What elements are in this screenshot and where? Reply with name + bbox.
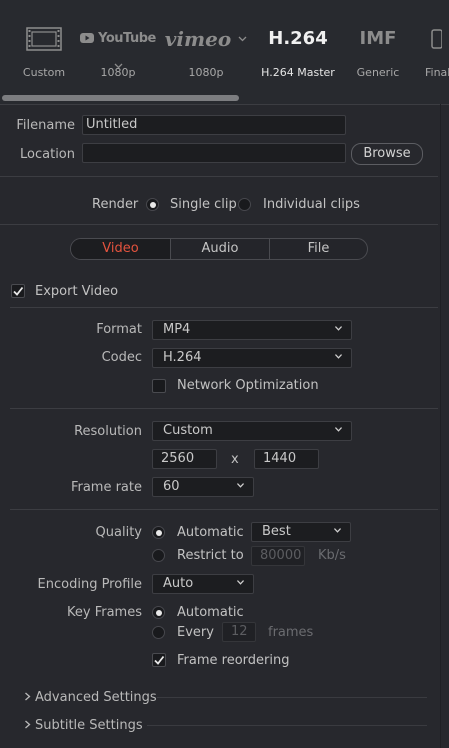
single-clip-label: Single clip — [170, 197, 237, 212]
youtube-logo: YouTube — [74, 24, 162, 69]
quality-restrict-radio[interactable] — [152, 549, 165, 562]
render-label: Render — [92, 197, 139, 212]
divider — [10, 307, 438, 308]
bitrate-field[interactable]: 80000 — [251, 546, 305, 566]
codec-label: Codec — [101, 350, 142, 365]
preset-label: Final — [425, 66, 449, 79]
network-optimization-label: Network Optimization — [177, 378, 319, 393]
key-frames-automatic-radio[interactable] — [152, 606, 165, 619]
preset-vimeo[interactable]: vimeo 1080p — [162, 0, 250, 104]
encoding-profile-dropdown[interactable]: Auto — [152, 574, 254, 594]
encoding-profile-label: Encoding Profile — [37, 577, 142, 592]
tab-audio[interactable]: Audio — [171, 239, 269, 259]
chevron-down-icon — [237, 580, 244, 585]
chevron-down-icon — [334, 528, 341, 533]
resolution-height-field[interactable]: 1440 — [254, 449, 319, 469]
export-video-label: Export Video — [35, 284, 119, 299]
bitrate-unit-label: Kb/s — [318, 548, 346, 563]
browse-button[interactable]: Browse — [351, 143, 423, 165]
preset-label: 1080p — [188, 66, 224, 79]
divider — [157, 697, 427, 698]
preset-youtube[interactable]: YouTube 1080p — [74, 0, 162, 104]
filename-field[interactable]: Untitled — [82, 115, 346, 135]
subtitle-settings-toggle[interactable]: Subtitle Settings — [24, 718, 143, 733]
format-value: MP4 — [163, 322, 191, 337]
frame-reordering-checkbox[interactable] — [152, 653, 166, 667]
divider — [147, 725, 427, 726]
frame-rate-value: 60 — [163, 479, 180, 494]
chevron-down-icon — [237, 483, 244, 488]
subtitle-settings-label: Subtitle Settings — [35, 718, 143, 733]
quality-automatic-label: Automatic — [177, 525, 244, 540]
divider — [10, 509, 438, 510]
resolution-label: Resolution — [74, 424, 142, 439]
location-field[interactable] — [82, 143, 346, 163]
location-label: Location — [20, 147, 75, 162]
key-frames-automatic-label: Automatic — [177, 605, 244, 620]
resolution-dropdown[interactable]: Custom — [152, 421, 352, 441]
chevron-down-icon — [335, 427, 342, 432]
preset-h264-master[interactable]: H.264 H.264 Master — [254, 0, 342, 104]
h264-logo: H.264 — [268, 28, 328, 49]
resolution-width-field[interactable]: 2560 — [152, 449, 217, 469]
divider — [0, 104, 449, 105]
preset-label: 1080p — [100, 66, 136, 79]
individual-clips-radio[interactable] — [238, 198, 251, 211]
quality-dropdown[interactable]: Best — [251, 522, 351, 542]
format-label: Format — [96, 322, 142, 337]
divider — [0, 176, 438, 177]
encoding-profile-value: Auto — [163, 576, 194, 591]
chevron-right-icon — [25, 720, 31, 729]
chevron-right-icon — [25, 692, 31, 701]
key-frames-every-radio[interactable] — [152, 626, 165, 639]
advanced-settings-label: Advanced Settings — [35, 690, 157, 705]
chevron-down-icon — [335, 326, 342, 331]
quality-restrict-label: Restrict to — [177, 548, 244, 563]
quality-label: Quality — [95, 525, 142, 540]
panel-edge — [440, 104, 441, 748]
key-frames-unit-label: frames — [268, 625, 314, 640]
quality-automatic-radio[interactable] — [152, 526, 165, 539]
preset-final[interactable]: Final — [404, 0, 449, 104]
frame-rate-label: Frame rate — [70, 480, 142, 495]
chevron-down-icon — [238, 36, 247, 42]
settings-tabs: Video Audio File — [70, 238, 368, 260]
preset-label: H.264 Master — [261, 66, 335, 79]
advanced-settings-toggle[interactable]: Advanced Settings — [24, 690, 157, 705]
quality-value: Best — [262, 524, 291, 539]
divider — [0, 224, 438, 225]
vimeo-logo: vimeo — [162, 24, 250, 54]
single-clip-radio[interactable] — [146, 198, 159, 211]
render-presets-bar: Custom YouTube 1080p vimeo 1080p H.264 H… — [0, 0, 449, 104]
chevron-down-icon — [335, 354, 342, 359]
codec-value: H.264 — [163, 350, 202, 365]
frame-rate-dropdown[interactable]: 60 — [152, 477, 254, 497]
filename-label: Filename — [16, 118, 75, 133]
key-frames-every-label: Every — [177, 625, 214, 640]
final-logo-icon — [430, 24, 449, 54]
key-frames-every-field[interactable]: 12 — [222, 622, 256, 642]
resolution-value: Custom — [163, 423, 213, 438]
resolution-x-label: x — [231, 452, 239, 467]
tab-video[interactable]: Video — [71, 239, 170, 259]
export-video-checkbox[interactable] — [11, 284, 25, 298]
frame-reordering-label: Frame reordering — [177, 653, 290, 668]
checkmark-icon — [154, 655, 165, 665]
presets-scrollbar[interactable] — [2, 95, 239, 101]
format-dropdown[interactable]: MP4 — [152, 320, 352, 340]
checkmark-icon — [13, 286, 24, 296]
divider — [10, 408, 438, 409]
network-optimization-checkbox[interactable] — [152, 379, 166, 393]
codec-dropdown[interactable]: H.264 — [152, 348, 352, 368]
individual-clips-label: Individual clips — [263, 197, 360, 212]
key-frames-label: Key Frames — [67, 605, 142, 620]
tab-file[interactable]: File — [270, 239, 367, 259]
